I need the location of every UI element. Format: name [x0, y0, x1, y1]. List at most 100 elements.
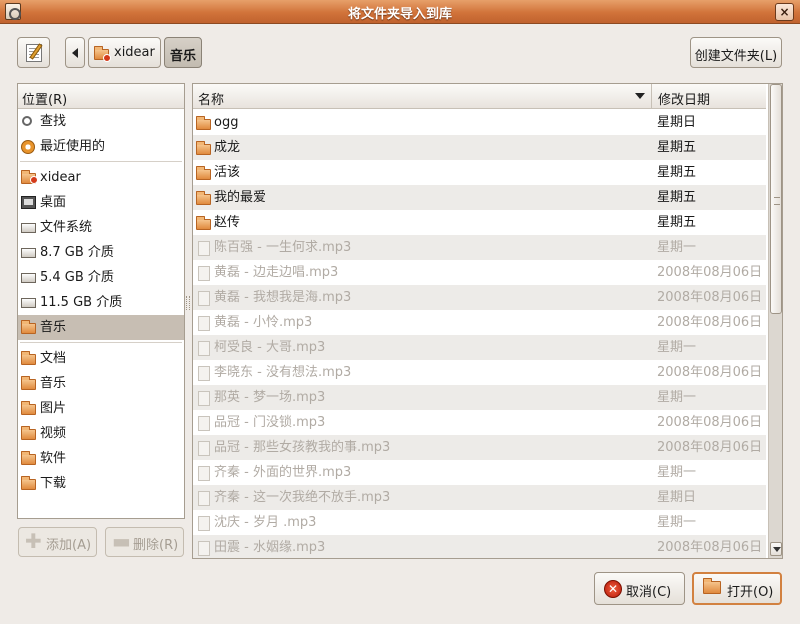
- path-button-current[interactable]: 音乐: [164, 37, 202, 68]
- open-folder-icon: [703, 578, 721, 598]
- modified-column-header[interactable]: 修改日期: [653, 84, 766, 108]
- add-bookmark-button[interactable]: ✚ 添加(A): [18, 527, 97, 557]
- file-row: 齐秦 - 外面的世界.mp3 星期一: [193, 460, 766, 485]
- file-modified-date: 2008年08月06日: [657, 440, 763, 455]
- file-modified-date: 星期日: [657, 115, 697, 130]
- file-name: 成龙: [214, 140, 241, 155]
- place-label: 查找: [40, 114, 67, 129]
- create-folder-label: 创建文件夹(L): [694, 49, 778, 64]
- file-modified-date: 星期一: [657, 390, 697, 405]
- place-item[interactable]: 5.4 GB 介质: [18, 265, 184, 290]
- file-modified-date: 2008年08月06日: [657, 365, 763, 380]
- file-name: 品冠 - 那些女孩教我的事.mp3: [214, 440, 391, 455]
- audio-file-icon: [196, 316, 211, 331]
- file-name: 田震 - 水姻缘.mp3: [214, 540, 326, 555]
- file-name: 柯受良 - 大哥.mp3: [214, 340, 326, 355]
- window-title: 将文件夹导入到库: [347, 7, 452, 22]
- drive-icon: [21, 273, 36, 283]
- remove-bookmark-button[interactable]: ▬ 删除(R): [105, 527, 184, 557]
- place-item[interactable]: 软件: [18, 446, 184, 471]
- folder-icon: [196, 191, 211, 206]
- folder-icon: [196, 141, 211, 156]
- type-location-button[interactable]: [17, 37, 50, 68]
- file-modified-date: 星期一: [657, 240, 697, 255]
- scroll-down-arrow[interactable]: [770, 542, 782, 556]
- open-button[interactable]: 打开(O): [692, 572, 782, 605]
- place-item[interactable]: 视频: [18, 421, 184, 446]
- file-modified-date: 星期五: [657, 190, 697, 205]
- file-modified-date: 星期五: [657, 140, 697, 155]
- audio-file-icon: [196, 266, 211, 281]
- file-name: 我的最爱: [214, 190, 267, 205]
- audio-file-icon: [196, 541, 211, 556]
- audio-file-icon: [196, 391, 211, 406]
- place-item[interactable]: 音乐: [18, 315, 184, 340]
- path-back-button[interactable]: [65, 37, 85, 68]
- file-name: 齐秦 - 这一次我绝不放手.mp3: [214, 490, 391, 505]
- close-button[interactable]: ×: [775, 3, 794, 21]
- plus-icon: ✚: [25, 529, 42, 553]
- path-button-label: 音乐: [170, 49, 197, 64]
- path-button-home[interactable]: xidear: [88, 37, 161, 68]
- file-modified-date: 星期一: [657, 465, 697, 480]
- audio-file-icon: [196, 291, 211, 306]
- place-item[interactable]: 文件系统: [18, 215, 184, 240]
- place-label: 桌面: [40, 195, 67, 210]
- cancel-button[interactable]: ✕ 取消(C): [594, 572, 685, 605]
- path-button-label: xidear: [114, 45, 155, 60]
- folder-icon: [21, 426, 36, 440]
- file-modified-date: 2008年08月06日: [657, 265, 763, 280]
- place-item[interactable]: 文档: [18, 346, 184, 371]
- place-label: 下载: [40, 476, 67, 491]
- cancel-icon: ✕: [604, 580, 622, 598]
- folder-icon: [21, 451, 36, 465]
- file-name: 那英 - 梦一场.mp3: [214, 390, 326, 405]
- drive-icon: [21, 223, 36, 233]
- name-column-header[interactable]: 名称: [193, 84, 652, 108]
- file-row: 齐秦 - 这一次我绝不放手.mp3 星期日: [193, 485, 766, 510]
- place-item[interactable]: 图片: [18, 396, 184, 421]
- folder-row[interactable]: 我的最爱 星期五: [193, 185, 766, 210]
- file-modified-date: 2008年08月06日: [657, 415, 763, 430]
- create-folder-button[interactable]: 创建文件夹(L): [690, 37, 782, 68]
- file-modified-date: 星期一: [657, 340, 697, 355]
- place-item[interactable]: 桌面: [18, 190, 184, 215]
- audio-file-icon: [196, 241, 211, 256]
- places-panel: 位置(R) 查找最近使用的 xidear 桌面文件系统 8.7 GB 介质 5.4 GB…: [17, 83, 185, 519]
- title-bar: 将文件夹导入到库 ×: [0, 0, 800, 24]
- folder-row[interactable]: ogg 星期日: [193, 110, 766, 135]
- file-name: 赵传: [214, 215, 241, 230]
- place-label: 音乐: [40, 320, 67, 335]
- scrollbar-thumb[interactable]: [770, 84, 782, 314]
- place-item[interactable]: 音乐: [18, 371, 184, 396]
- place-item[interactable]: xidear: [18, 165, 184, 190]
- file-list: 名称 修改日期 ogg 星期日 成龙 星期五 活该 星期五 我的最爱 星期五 赵传 星期五 陈百强 …: [192, 83, 783, 559]
- file-name: 品冠 - 门没锁.mp3: [214, 415, 326, 430]
- column-header: 名称 修改日期: [193, 84, 766, 109]
- folder-icon: [21, 320, 36, 334]
- place-label: 文件系统: [40, 220, 93, 235]
- folder-row[interactable]: 成龙 星期五: [193, 135, 766, 160]
- place-label: 软件: [40, 451, 67, 466]
- place-item[interactable]: 下载: [18, 471, 184, 496]
- folder-row[interactable]: 活该 星期五: [193, 160, 766, 185]
- place-item[interactable]: 11.5 GB 介质: [18, 290, 184, 315]
- file-name: 沈庆 - 岁月 .mp3: [214, 515, 317, 530]
- places-header[interactable]: 位置(R): [18, 84, 184, 109]
- file-row: 李晓东 - 没有想法.mp3 2008年08月06日: [193, 360, 766, 385]
- folder-row[interactable]: 赵传 星期五: [193, 210, 766, 235]
- pane-resize-handle[interactable]: [186, 296, 190, 310]
- vertical-scrollbar[interactable]: [768, 84, 782, 558]
- place-label: 8.7 GB 介质: [40, 245, 114, 260]
- place-item[interactable]: 最近使用的: [18, 134, 184, 159]
- search-icon: [22, 116, 32, 126]
- place-item[interactable]: 查找: [18, 109, 184, 134]
- audio-file-icon: [196, 366, 211, 381]
- desktop-icon: [21, 196, 36, 209]
- place-label: 最近使用的: [40, 139, 106, 154]
- file-modified-date: 2008年08月06日: [657, 290, 763, 305]
- file-name: 黄磊 - 小怜.mp3: [214, 315, 313, 330]
- place-label: 图片: [40, 401, 67, 416]
- place-item[interactable]: 8.7 GB 介质: [18, 240, 184, 265]
- drive-icon: [21, 298, 36, 308]
